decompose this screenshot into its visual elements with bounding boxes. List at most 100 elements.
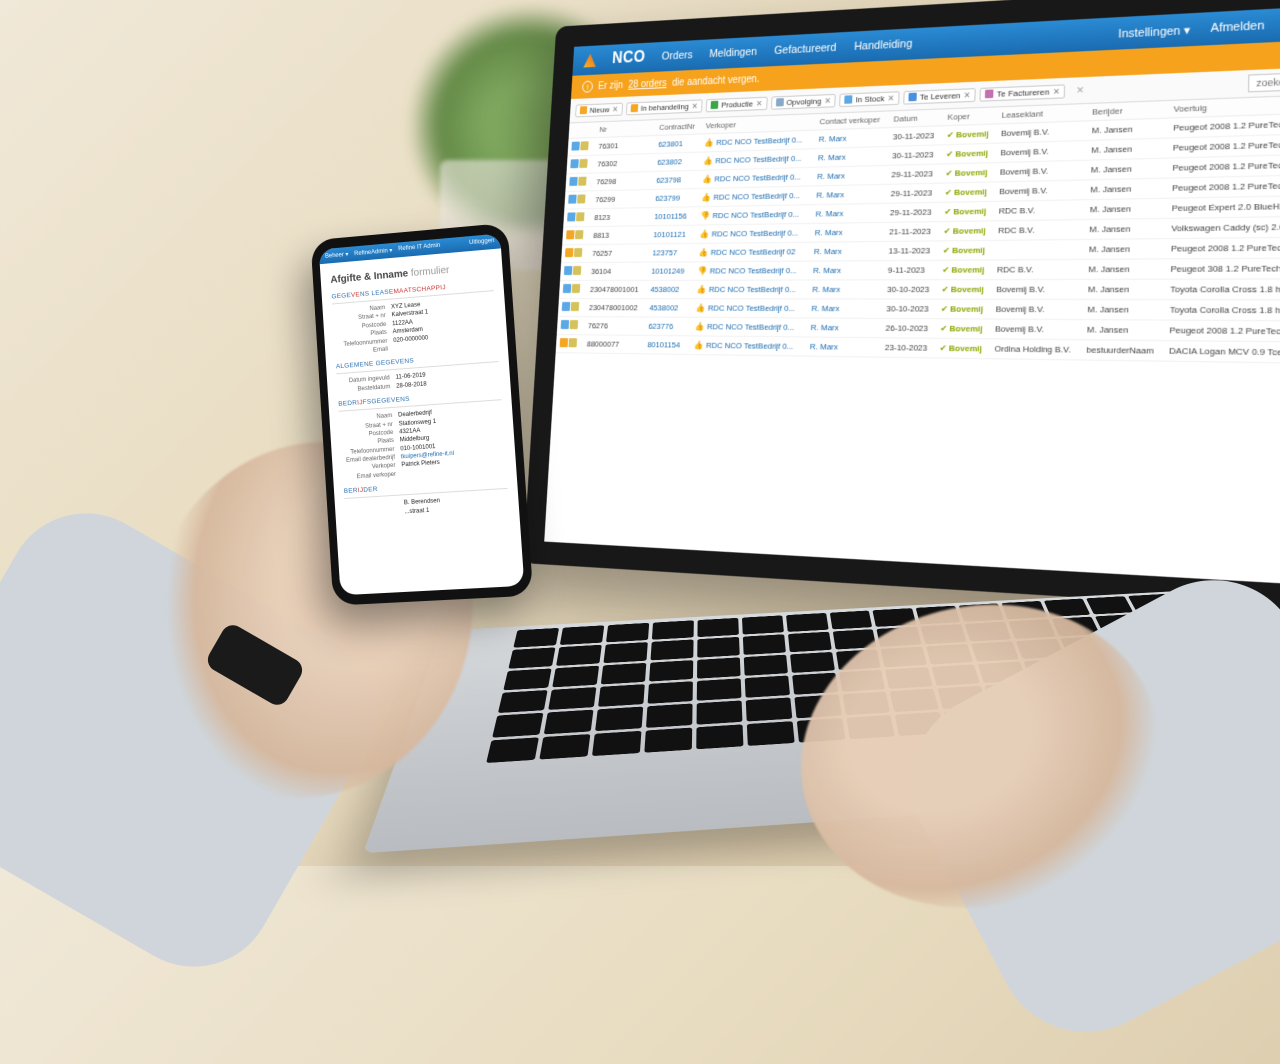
cell-contact[interactable]: R. Marx xyxy=(812,184,887,204)
cell-verkoper[interactable]: RDC NCO TestBedrijf 0... xyxy=(710,210,799,221)
check-icon: ✔ xyxy=(942,285,949,295)
nav-gefactureerd[interactable]: Gefactureerd xyxy=(774,42,837,57)
cell-voertuig: DACIA Logan MCV 0.9 Tce ... xyxy=(1164,341,1280,364)
cell-koper: Bovemij xyxy=(955,168,988,178)
cell-datum: 30-10-2023 xyxy=(882,299,937,319)
search-input[interactable] xyxy=(1248,70,1280,93)
cell-leaseklant: RDC B.V. xyxy=(994,200,1086,221)
col-Datum[interactable]: Datum xyxy=(889,109,943,127)
nav-meldingen[interactable]: Meldingen xyxy=(709,46,757,60)
cell-berijder: M. Jansen xyxy=(1085,198,1167,219)
cell-verkoper[interactable]: RDC NCO TestBedrijf 0... xyxy=(705,322,795,332)
cell-contract[interactable]: 10101156 xyxy=(650,207,698,226)
cell-verkoper[interactable]: RDC NCO TestBedrijf 0... xyxy=(706,303,796,313)
nav-orders[interactable]: Orders xyxy=(661,49,692,62)
nav-instellingen[interactable]: Instellingen ▾ xyxy=(1118,23,1190,41)
filter-close-icon[interactable]: ✕ xyxy=(612,104,619,113)
phone-nav-uitloggen[interactable]: Uitloggen xyxy=(469,238,495,247)
cell-contact[interactable]: R. Marx xyxy=(809,261,884,280)
cell-contact[interactable]: R. Marx xyxy=(813,165,888,186)
cell-contract[interactable]: 123757 xyxy=(648,243,696,262)
thumbs-up-icon: 👍 xyxy=(703,174,713,183)
cell-contract[interactable]: 4538002 xyxy=(646,280,694,298)
cell-verkoper[interactable]: RDC NCO TestBedrijf 0... xyxy=(713,154,802,166)
cell-verkoper[interactable]: RDC NCO TestBedrijf 0... xyxy=(704,341,794,352)
phone-nav-beheer[interactable]: Beheer ▾ xyxy=(325,251,349,260)
filter-close-icon[interactable]: ✕ xyxy=(691,101,698,110)
cell-koper: Bovemij xyxy=(949,324,982,334)
cell-contact[interactable]: R. Marx xyxy=(805,337,881,357)
cell-contact[interactable]: R. Marx xyxy=(814,146,889,167)
filter-productie[interactable]: Productie✕ xyxy=(706,96,768,112)
cell-verkoper[interactable]: RDC NCO TestBedrijf 02 xyxy=(708,247,795,257)
filter-opvolging[interactable]: Opvolging✕ xyxy=(771,93,836,109)
cell-berijder: M. Jansen xyxy=(1087,118,1169,140)
cell-contract[interactable]: 623802 xyxy=(653,152,701,171)
cell-koper: Bovemij xyxy=(950,304,983,314)
row-status-icon xyxy=(562,302,571,311)
cell-contract[interactable]: 4538002 xyxy=(645,299,693,318)
filter-clear-all-icon[interactable]: ✕ xyxy=(1076,84,1085,96)
cell-contact[interactable]: R. Marx xyxy=(810,241,885,261)
filter-te-leveren[interactable]: Te Leveren✕ xyxy=(903,88,976,105)
check-icon: ✔ xyxy=(940,324,947,334)
cell-nr: 36104 xyxy=(587,262,648,280)
cell-leaseklant: Bovemij B.V. xyxy=(997,121,1088,143)
cell-contract[interactable]: 10101121 xyxy=(649,225,697,244)
cell-datum: 29-11-2023 xyxy=(886,183,941,203)
thumbs-up-icon: 👍 xyxy=(702,193,712,202)
cell-contact[interactable]: R. Marx xyxy=(807,299,883,318)
cell-voertuig: Peugeot 2008 1.2 PureTec... xyxy=(1167,175,1280,198)
cell-contact[interactable]: R. Marx xyxy=(814,128,889,149)
cell-verkoper[interactable]: RDC NCO TestBedrijf 0... xyxy=(711,191,800,202)
row-note-icon xyxy=(575,230,584,239)
cell-nr: 76299 xyxy=(591,190,652,209)
filter-color-icon xyxy=(776,98,784,106)
cell-contract[interactable]: 623799 xyxy=(651,188,699,207)
phone-nav-refineit[interactable]: Refine IT Admin xyxy=(398,243,440,254)
filter-close-icon[interactable]: ✕ xyxy=(824,96,831,106)
filter-close-icon[interactable]: ✕ xyxy=(1053,86,1061,96)
table-row[interactable]: 3610410101249👎 RDC NCO TestBedrijf 0...R… xyxy=(560,258,1280,281)
cell-contract[interactable]: 80101154 xyxy=(643,335,691,354)
laptop-screen: NCO Orders Meldingen Gefactureerd Handle… xyxy=(523,0,1280,617)
filter-in-stock[interactable]: In Stock✕ xyxy=(840,91,900,107)
filter-close-icon[interactable]: ✕ xyxy=(756,98,763,107)
cell-nr: 8813 xyxy=(589,226,650,245)
cell-verkoper[interactable]: RDC NCO TestBedrijf 0... xyxy=(707,266,796,276)
filter-close-icon[interactable]: ✕ xyxy=(963,90,970,100)
cell-voertuig: Toyota Corolla Cross 1.8 h... xyxy=(1165,300,1280,321)
alert-link[interactable]: 28 orders xyxy=(628,78,667,91)
cell-contact[interactable]: R. Marx xyxy=(811,203,886,223)
check-icon: ✔ xyxy=(941,304,948,314)
col-icons[interactable] xyxy=(569,122,597,138)
row-note-icon xyxy=(573,266,582,275)
filter-in-behandeling[interactable]: In behandeling✕ xyxy=(626,99,703,115)
cell-contact[interactable]: R. Marx xyxy=(808,280,883,299)
check-icon: ✔ xyxy=(945,188,952,198)
cell-leaseklant: RDC B.V. xyxy=(992,259,1084,279)
table-row[interactable]: 2304780010014538002👍 RDC NCO TestBedrijf… xyxy=(559,279,1280,300)
filter-label: Productie xyxy=(721,99,753,109)
nav-handleiding[interactable]: Handleiding xyxy=(854,38,913,53)
cell-contact[interactable]: R. Marx xyxy=(806,318,882,338)
cell-contract[interactable]: 10101249 xyxy=(647,262,695,281)
cell-contact[interactable]: R. Marx xyxy=(810,222,885,242)
filter-te-factureren[interactable]: Te Factureren✕ xyxy=(980,84,1066,101)
cell-berijder: bestuurderNaam xyxy=(1082,340,1165,361)
phone-nav-refineadmin[interactable]: RefineAdmin ▾ xyxy=(354,247,393,257)
check-icon: ✔ xyxy=(946,149,953,159)
filter-close-icon[interactable]: ✕ xyxy=(887,93,894,103)
cell-contract[interactable]: 623798 xyxy=(652,170,700,189)
cell-contract[interactable]: 623801 xyxy=(654,134,701,154)
cell-verkoper[interactable]: RDC NCO TestBedrijf 0... xyxy=(707,285,797,294)
cell-contract[interactable]: 623776 xyxy=(644,317,692,336)
cell-verkoper[interactable]: RDC NCO TestBedrijf 0... xyxy=(709,228,798,238)
cell-verkoper[interactable]: RDC NCO TestBedrijf 0... xyxy=(714,135,803,147)
filter-nieuw[interactable]: Nieuw✕ xyxy=(575,102,623,117)
col-ContractNr[interactable]: ContractNr xyxy=(655,118,702,135)
nav-afmelden[interactable]: Afmelden xyxy=(1211,19,1265,35)
cell-berijder: M. Jansen xyxy=(1083,299,1166,320)
col-Koper[interactable]: Koper xyxy=(943,107,997,125)
cell-verkoper[interactable]: RDC NCO TestBedrijf 0... xyxy=(712,172,801,183)
